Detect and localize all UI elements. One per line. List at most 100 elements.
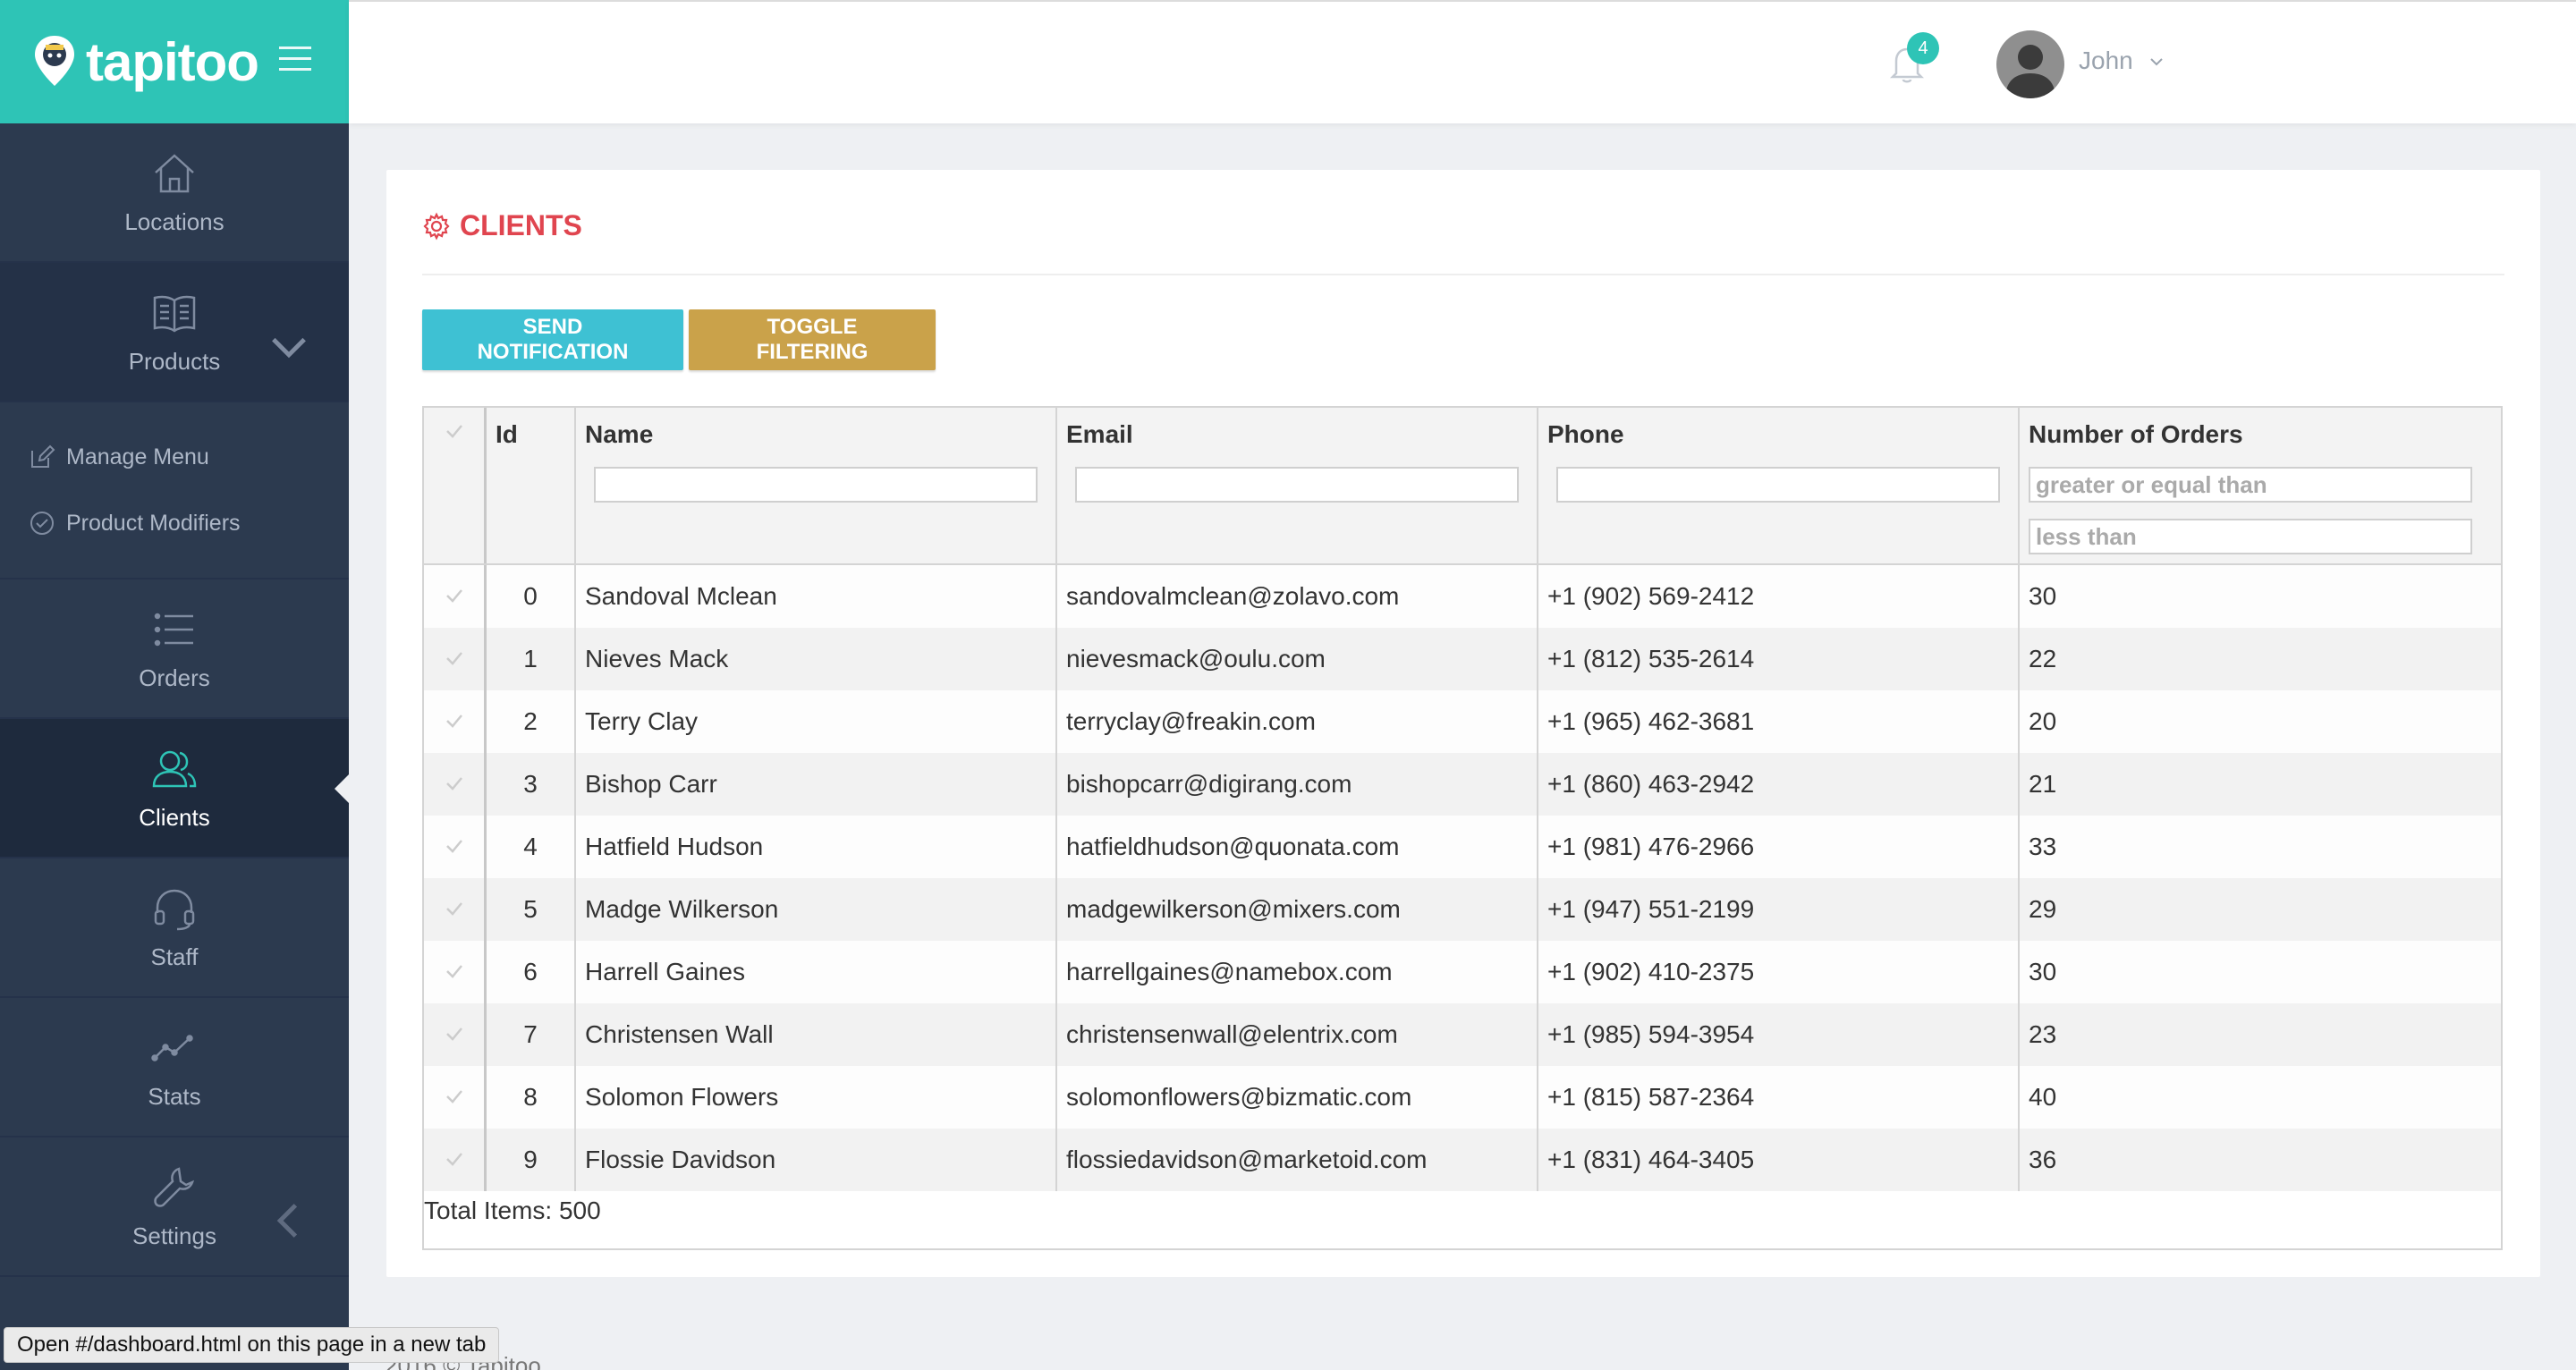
chevron-down-icon[interactable] <box>2148 54 2165 70</box>
sidebar-item-staff[interactable]: Staff <box>0 858 349 998</box>
page-title: CLIENTS <box>422 209 582 242</box>
cell-id: 5 <box>487 878 576 941</box>
check-icon <box>446 589 462 603</box>
cell-phone: +1 (985) 594-3954 <box>1538 1003 2020 1066</box>
wrench-icon <box>154 1166 195 1207</box>
row-select[interactable] <box>424 753 487 816</box>
check-icon <box>446 1153 462 1166</box>
table-row[interactable]: 2 Terry Clay terryclay@freakin.com +1 (9… <box>424 690 2501 753</box>
select-all-header[interactable] <box>424 408 487 563</box>
brand-logo[interactable]: tapitoo <box>32 31 259 93</box>
check-icon <box>446 840 462 853</box>
table-row[interactable]: 3 Bishop Carr bishopcarr@digirang.com +1… <box>424 753 2501 816</box>
cell-email: flossiedavidson@marketoid.com <box>1057 1129 1538 1191</box>
table-row[interactable]: 7 Christensen Wall christensenwall@elent… <box>424 1003 2501 1066</box>
column-header-id[interactable]: Id <box>487 408 576 563</box>
cell-email: madgewilkerson@mixers.com <box>1057 878 1538 941</box>
submenu-item-product-modifiers[interactable]: Product Modifiers <box>0 490 349 556</box>
cell-phone: +1 (815) 587-2364 <box>1538 1066 2020 1129</box>
avatar[interactable] <box>1996 30 2064 98</box>
user-silhouette-icon <box>2005 45 2055 98</box>
products-submenu: Manage Menu Product Modifiers <box>0 402 349 579</box>
row-select[interactable] <box>424 565 487 628</box>
cell-orders: 23 <box>2029 1020 2057 1048</box>
cell-id: 3 <box>487 753 576 816</box>
cell-name: Nieves Mack <box>576 628 1057 690</box>
cell-phone: +1 (947) 551-2199 <box>1538 878 2020 941</box>
email-filter-input[interactable] <box>1075 467 1519 503</box>
table-row[interactable]: 6 Harrell Gaines harrellgaines@namebox.c… <box>424 941 2501 1003</box>
send-notification-button[interactable]: SEND NOTIFICATION <box>422 309 683 370</box>
clients-card: CLIENTS SEND NOTIFICATION TOGGLE FILTERI… <box>386 170 2540 1277</box>
user-name[interactable]: John <box>2079 47 2133 75</box>
sidebar-item-locations[interactable]: Locations <box>0 123 349 263</box>
row-select[interactable] <box>424 941 487 1003</box>
cell-email: solomonflowers@bizmatic.com <box>1057 1066 1538 1129</box>
notification-badge[interactable]: 4 <box>1907 32 1939 64</box>
cell-orders: 30 <box>2029 582 2057 610</box>
orders-max-filter-input[interactable] <box>2029 519 2472 554</box>
table-row[interactable]: 0 Sandoval Mclean sandovalmclean@zolavo.… <box>424 565 2501 628</box>
pin-logo-icon <box>35 36 74 86</box>
edit-icon <box>31 444 55 468</box>
phone-filter-input[interactable] <box>1556 467 2000 503</box>
column-header-orders[interactable]: Number of Orders <box>2020 408 2501 563</box>
sidebar-item-products[interactable]: Products <box>0 263 349 402</box>
book-icon <box>153 295 196 333</box>
cell-phone: +1 (831) 464-3405 <box>1538 1129 2020 1191</box>
cell-name: Bishop Carr <box>576 753 1057 816</box>
cell-id: 2 <box>487 690 576 753</box>
cell-orders: 36 <box>2029 1146 2057 1173</box>
cell-name: Solomon Flowers <box>576 1066 1057 1129</box>
table-header: Id Name Email Phone Number of Orders <box>424 408 2501 565</box>
cell-phone: +1 (965) 462-3681 <box>1538 690 2020 753</box>
sidebar-item-settings[interactable]: Settings <box>0 1137 349 1277</box>
table-row[interactable]: 1 Nieves Mack nievesmack@oulu.com +1 (81… <box>424 628 2501 690</box>
row-select[interactable] <box>424 628 487 690</box>
cell-name: Sandoval Mclean <box>576 565 1057 628</box>
brand-header: tapitoo <box>0 0 349 123</box>
column-header-name[interactable]: Name <box>576 408 1057 563</box>
row-select[interactable] <box>424 816 487 878</box>
check-icon <box>446 1028 462 1041</box>
row-select[interactable] <box>424 1066 487 1129</box>
cell-name: Terry Clay <box>576 690 1057 753</box>
cell-id: 9 <box>487 1129 576 1191</box>
row-select[interactable] <box>424 690 487 753</box>
cell-phone: +1 (902) 410-2375 <box>1538 941 2020 1003</box>
table-row[interactable]: 4 Hatfield Hudson hatfieldhudson@quonata… <box>424 816 2501 878</box>
cell-name: Hatfield Hudson <box>576 816 1057 878</box>
cell-phone: +1 (812) 535-2614 <box>1538 628 2020 690</box>
table-row[interactable]: 8 Solomon Flowers solomonflowers@bizmati… <box>424 1066 2501 1129</box>
check-icon <box>446 425 462 438</box>
row-select[interactable] <box>424 1003 487 1066</box>
cell-email: hatfieldhudson@quonata.com <box>1057 816 1538 878</box>
table-row[interactable]: 5 Madge Wilkerson madgewilkerson@mixers.… <box>424 878 2501 941</box>
toggle-filtering-button[interactable]: TOGGLE FILTERING <box>689 309 936 370</box>
headset-icon <box>154 889 195 930</box>
check-circle-icon <box>30 512 54 535</box>
cell-phone: +1 (902) 569-2412 <box>1538 565 2020 628</box>
cell-orders: 22 <box>2029 645 2057 672</box>
sidebar-item-stats[interactable]: Stats <box>0 998 349 1137</box>
cell-orders: 40 <box>2029 1083 2057 1111</box>
cell-phone: +1 (860) 463-2942 <box>1538 753 2020 816</box>
orders-min-filter-input[interactable] <box>2029 467 2472 503</box>
cell-orders: 30 <box>2029 958 2057 985</box>
submenu-item-manage-menu[interactable]: Manage Menu <box>0 424 349 490</box>
cell-id: 4 <box>487 816 576 878</box>
sidebar-item-label: Orders <box>139 664 210 691</box>
column-header-phone[interactable]: Phone <box>1538 408 2020 563</box>
topbar <box>349 0 2576 123</box>
row-select[interactable] <box>424 1129 487 1191</box>
menu-toggle-icon[interactable] <box>279 47 311 73</box>
name-filter-input[interactable] <box>594 467 1038 503</box>
row-select[interactable] <box>424 878 487 941</box>
page-title-text: CLIENTS <box>460 209 582 241</box>
column-label: Name <box>585 420 654 448</box>
sidebar-item-clients[interactable]: Clients <box>0 719 349 858</box>
column-header-email[interactable]: Email <box>1057 408 1538 563</box>
sidebar-item-orders[interactable]: Orders <box>0 579 349 719</box>
table-row[interactable]: 9 Flossie Davidson flossiedavidson@marke… <box>424 1129 2501 1191</box>
chevron-down-icon <box>272 337 306 359</box>
